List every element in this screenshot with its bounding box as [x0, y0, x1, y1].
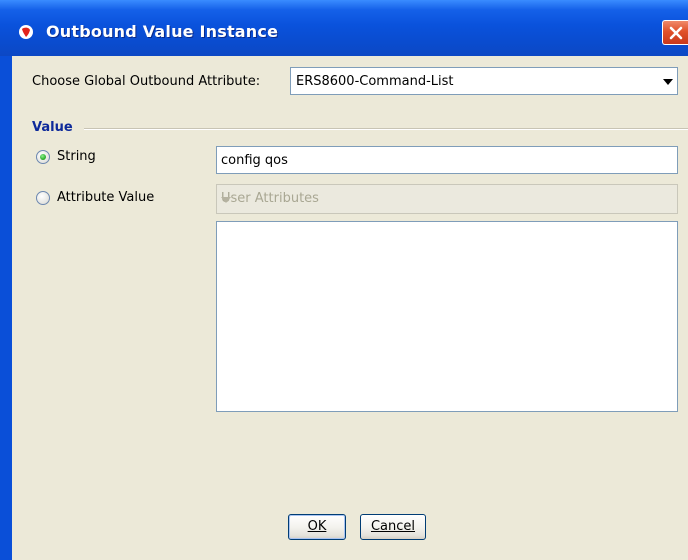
attribute-value-label[interactable]: Attribute Value	[57, 190, 154, 205]
window-title: Outbound Value Instance	[46, 22, 279, 41]
dialog-content: Choose Global Outbound Attribute: ERS860…	[12, 56, 688, 560]
string-input-value: config qos	[221, 153, 288, 168]
string-label[interactable]: String	[57, 149, 96, 164]
attribute-select-value: ERS8600-Command-List	[296, 74, 454, 89]
attribute-select[interactable]: ERS8600-Command-List	[290, 67, 678, 95]
dialog-window: Outbound Value Instance Choose Global Ou…	[0, 0, 688, 560]
ok-button-label: OK	[307, 519, 327, 534]
chevron-down-icon	[221, 197, 231, 203]
cancel-button[interactable]: Cancel	[360, 514, 426, 540]
attribute-value-radio[interactable]	[36, 191, 50, 205]
user-attributes-placeholder: User Attributes	[221, 191, 319, 206]
radio-selected-dot	[40, 154, 46, 160]
attribute-textarea[interactable]	[216, 221, 678, 412]
user-attributes-select: User Attributes	[216, 184, 678, 214]
app-logo-icon	[19, 25, 33, 39]
group-divider	[84, 128, 688, 130]
string-input[interactable]: config qos	[216, 146, 678, 174]
cancel-button-label: Cancel	[370, 519, 416, 534]
close-icon	[669, 26, 683, 40]
close-button[interactable]	[662, 20, 688, 45]
value-group-title: Value	[32, 120, 73, 135]
chevron-down-icon[interactable]	[663, 79, 673, 85]
title-bar[interactable]: Outbound Value Instance	[0, 0, 688, 56]
ok-button[interactable]: OK	[288, 514, 346, 540]
string-radio[interactable]	[36, 150, 50, 164]
attribute-label: Choose Global Outbound Attribute:	[32, 74, 261, 89]
